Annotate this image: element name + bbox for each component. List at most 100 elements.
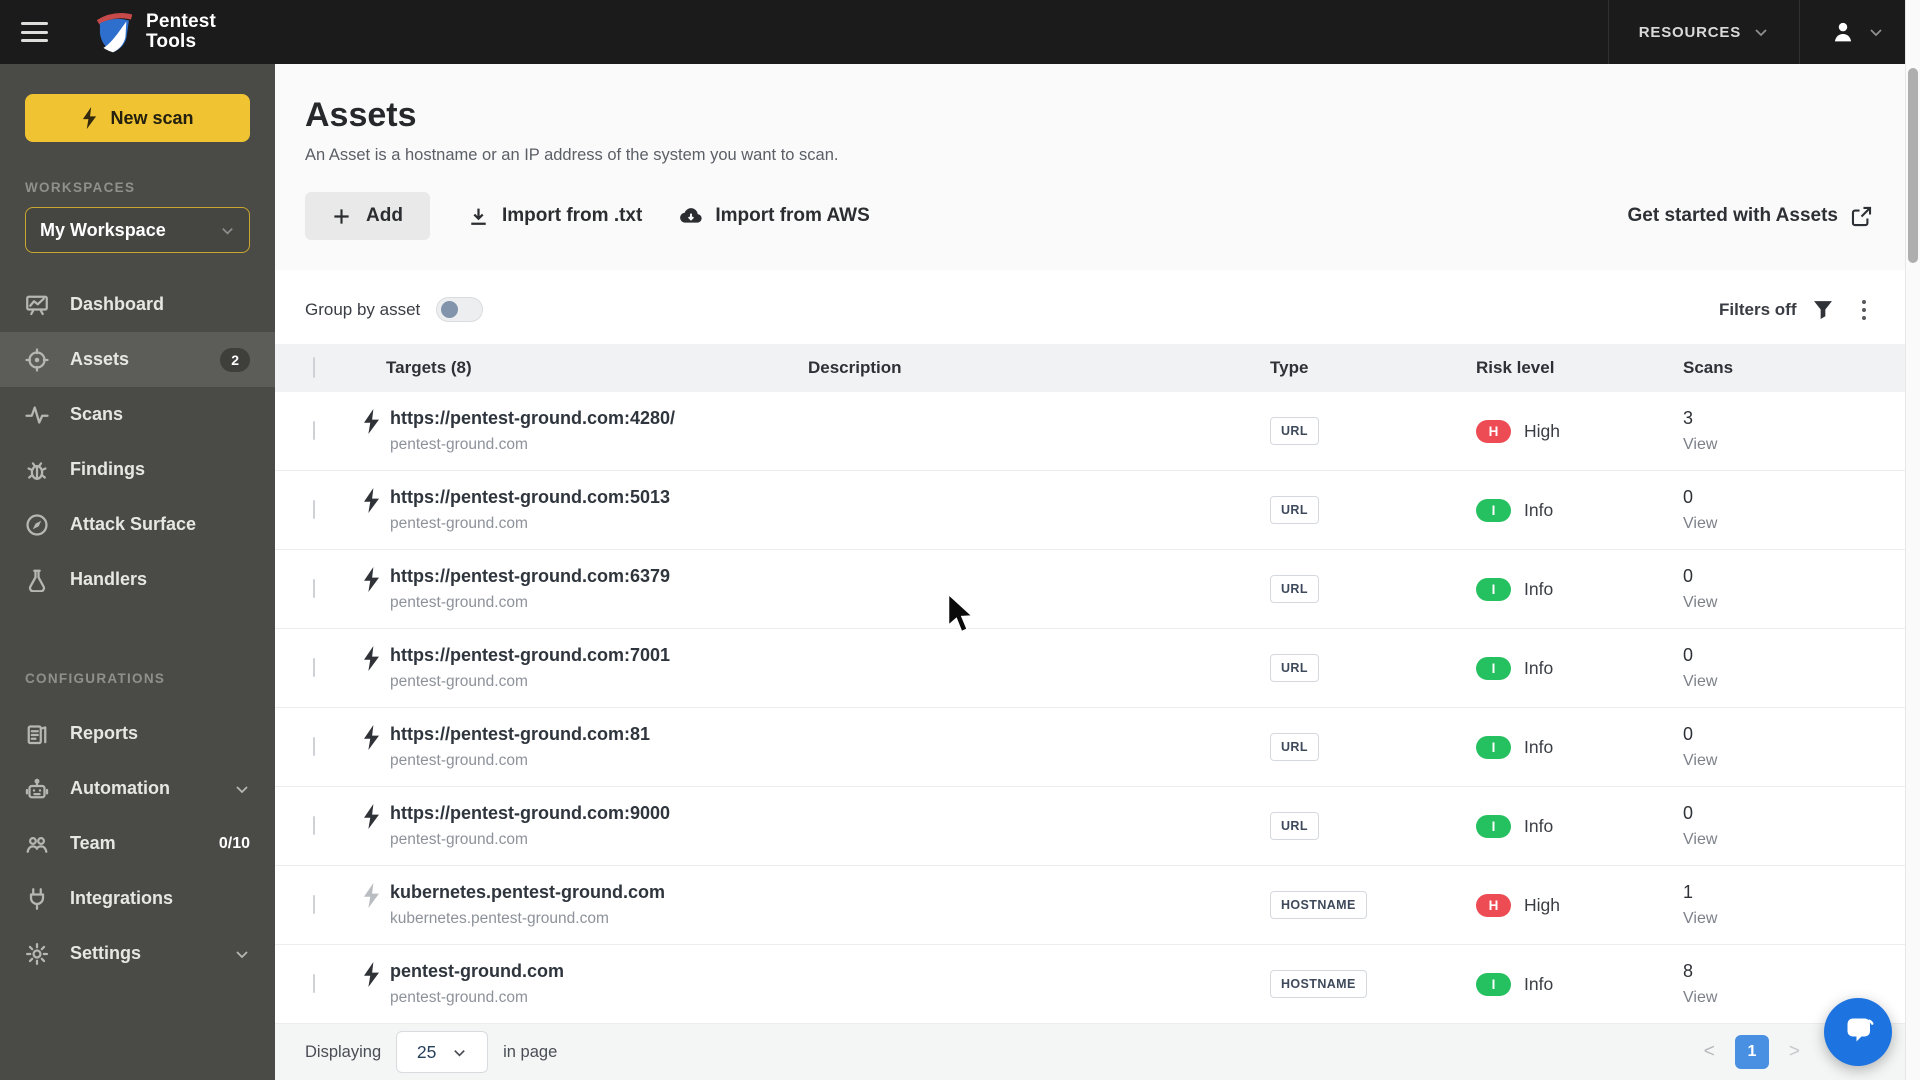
import-aws-label: Import from AWS [715,205,870,226]
sidebar-item-integrations[interactable]: Integrations [0,871,275,926]
column-header-scans: Scans [1683,358,1734,378]
import-txt-button[interactable]: Import from .txt [468,205,642,227]
target-link[interactable]: pentest-ground.com [390,961,564,982]
new-scan-button[interactable]: New scan [25,94,250,142]
view-scans-link[interactable]: View [1683,910,1920,928]
scans-count: 0 [1683,566,1694,587]
group-by-toggle[interactable] [436,297,484,323]
risk-badge: I [1476,577,1511,601]
sidebar-item-label: Handlers [70,569,148,589]
add-label: Add [366,205,403,226]
report-icon [25,722,49,746]
risk-label: High [1524,420,1560,441]
sidebar-item-reports[interactable]: Reports [0,706,275,761]
view-scans-link[interactable]: View [1683,436,1920,454]
risk-label: Info [1524,815,1554,836]
chevron-down-icon [234,946,250,962]
hamburger-menu-icon[interactable] [21,22,48,42]
sidebar-item-label: Automation [70,778,170,798]
target-asset-name: pentest-ground.com [390,673,528,691]
sidebar-item-label: Attack Surface [70,514,197,534]
chevron-down-icon [1868,24,1884,40]
row-checkbox[interactable] [313,500,315,520]
target-link[interactable]: https://pentest-ground.com:4280/ [390,408,675,429]
table-row: https://pentest-ground.com:81 pentest-gr… [275,708,1920,788]
view-scans-link[interactable]: View [1683,989,1920,1007]
sidebar-item-team[interactable]: Team 0/10 [0,816,275,871]
sidebar-item-findings[interactable]: Findings [0,442,275,497]
workspace-select[interactable]: My Workspace [25,207,250,253]
count-badge: 2 [220,347,250,372]
target-link[interactable]: kubernetes.pentest-ground.com [390,882,665,903]
filters-button[interactable]: Filters off [1719,299,1833,321]
row-checkbox[interactable] [313,816,315,836]
scrollbar-thumb[interactable] [1908,68,1918,263]
select-all-checkbox[interactable] [313,357,315,379]
row-checkbox[interactable] [313,579,315,599]
bug-icon [25,458,49,482]
cloud-download-icon [680,208,702,223]
risk-label: Info [1524,973,1554,994]
resources-menu[interactable]: RESOURCES [1607,0,1799,64]
more-options-menu[interactable] [1858,296,1871,325]
table-row: https://pentest-ground.com:6379 pentest-… [275,550,1920,630]
sidebar-item-settings[interactable]: Settings [0,926,275,981]
pentest-tools-logo[interactable]: Pentest Tools [92,9,216,55]
view-scans-link[interactable]: View [1683,752,1920,770]
risk-badge: H [1476,419,1511,443]
add-button[interactable]: Add [305,192,430,240]
lightning-icon [362,725,381,751]
sidebar-item-dashboard[interactable]: Dashboard [0,277,275,332]
next-page-button[interactable]: > [1789,1041,1800,1063]
download-icon [471,208,486,225]
lightning-icon [362,409,381,435]
workspace-selected-value: My Workspace [40,219,166,240]
view-scans-link[interactable]: View [1683,594,1920,612]
page-header: Assets An Asset is a hostname or an IP a… [275,64,1920,270]
scans-count: 3 [1683,408,1694,429]
chevron-down-icon [234,781,250,797]
scans-count: 0 [1683,803,1694,824]
sidebar-item-automation[interactable]: Automation [0,761,275,816]
target-link[interactable]: https://pentest-ground.com:7001 [390,645,670,666]
risk-label: Info [1524,736,1554,757]
row-checkbox[interactable] [313,421,315,441]
target-link[interactable]: https://pentest-ground.com:9000 [390,803,670,824]
sidebar-item-assets[interactable]: Assets 2 [0,332,275,387]
target-link[interactable]: https://pentest-ground.com:6379 [390,566,670,587]
row-checkbox[interactable] [313,895,315,915]
view-scans-link[interactable]: View [1683,831,1920,849]
page-title: Assets [305,96,417,134]
row-checkbox[interactable] [313,737,315,757]
gear-icon [25,942,49,966]
table-row: https://pentest-ground.com:4280/ pentest… [275,392,1920,472]
chat-icon [1847,1018,1874,1042]
sidebar-item-scans[interactable]: Scans [0,387,275,442]
lightning-icon [362,567,381,593]
sidebar-item-handlers[interactable]: Handlers [0,552,275,607]
view-scans-link[interactable]: View [1683,515,1920,533]
row-checkbox[interactable] [313,974,315,994]
account-menu[interactable] [1799,0,1906,64]
get-started-link[interactable]: Get started with Assets [1628,205,1872,227]
type-badge: HOSTNAME [1270,970,1367,999]
page-size-select[interactable]: 25 [396,1031,489,1074]
team-icon [25,832,49,856]
shield-logo-icon [92,9,136,55]
sidebar-item-attack-surface[interactable]: Attack Surface [0,497,275,552]
risk-label: Info [1524,499,1554,520]
previous-page-button[interactable]: < [1704,1041,1715,1063]
chevron-down-icon [1753,24,1769,40]
table-toolbar: Group by asset Filters off [275,270,1920,345]
target-link[interactable]: https://pentest-ground.com:81 [390,724,650,745]
group-by-label: Group by asset [305,299,421,319]
view-scans-link[interactable]: View [1683,673,1920,691]
import-aws-button[interactable]: Import from AWS [680,205,870,227]
scans-count: 0 [1683,487,1694,508]
target-link[interactable]: https://pentest-ground.com:5013 [390,487,670,508]
current-page-button[interactable]: 1 [1734,1035,1769,1070]
chat-widget-button[interactable] [1824,998,1892,1066]
row-checkbox[interactable] [313,658,315,678]
sidebar-item-label: Dashboard [70,294,165,314]
type-badge: URL [1270,654,1319,683]
